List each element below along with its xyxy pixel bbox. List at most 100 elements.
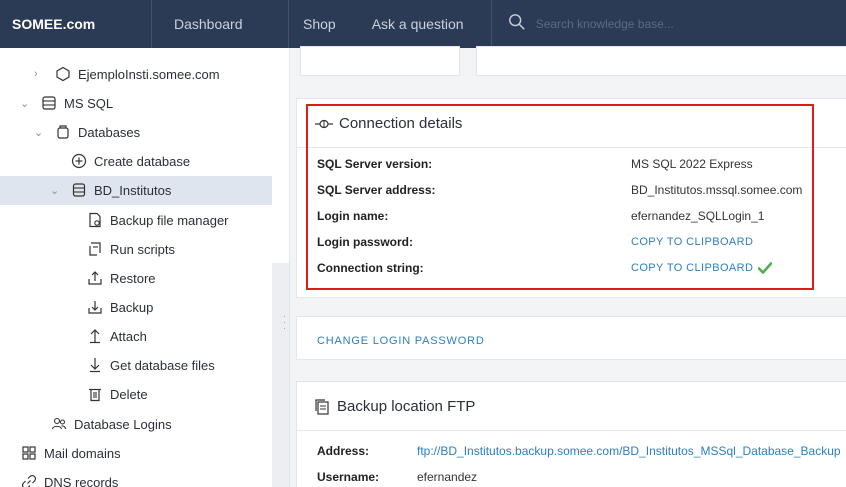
- row-login-name: Login name:: [317, 209, 388, 223]
- users-icon: [50, 415, 68, 433]
- checkmark-icon: [758, 262, 773, 274]
- tree-label: Run scripts: [110, 241, 176, 257]
- row-label: Login name:: [317, 209, 389, 223]
- brand-logo[interactable]: SOMEE.com: [0, 0, 152, 48]
- row-label: Address:: [317, 444, 370, 458]
- grid-icon: [20, 444, 38, 462]
- tree-label: Attach: [110, 328, 147, 344]
- tree-item-bd-institutos[interactable]: ⌄ BD_Institutos: [50, 176, 171, 204]
- connection-details-header: Connection details: [315, 115, 462, 132]
- nav-ask-question[interactable]: Ask a question: [372, 0, 492, 48]
- database-icon: [70, 181, 88, 199]
- tree-label: MS SQL: [64, 95, 114, 111]
- file-gear-icon: [86, 211, 104, 229]
- tree-item-get-database-files[interactable]: Get database files: [86, 351, 215, 379]
- chevron-down-icon[interactable]: ⌄: [20, 97, 34, 110]
- backup-ftp-title: Backup location FTP: [337, 398, 476, 415]
- search-icon[interactable]: [508, 13, 526, 36]
- resize-grip-icon[interactable]: · · ·: [283, 312, 286, 333]
- tree-item-backup[interactable]: Backup: [86, 293, 153, 321]
- tree-label: Backup file manager: [110, 212, 229, 228]
- main-content: Connection details SQL Server version: M…: [290, 46, 846, 487]
- tree-label: Delete: [110, 386, 148, 402]
- tree-item-database-logins[interactable]: Database Logins: [50, 410, 172, 438]
- row-value: efernandez_SQLLogin_1: [631, 209, 765, 223]
- connection-plug-icon: [315, 118, 333, 130]
- tree-item-backup-file-manager[interactable]: Backup file manager: [86, 206, 229, 234]
- tree-item-restore[interactable]: Restore: [86, 264, 156, 292]
- row-ftp-username-value: efernandez: [417, 470, 477, 484]
- copy-stack-icon: [315, 398, 329, 415]
- change-login-password-link[interactable]: CHANGE LOGIN PASSWORD: [317, 335, 485, 347]
- row-label: SQL Server address:: [317, 183, 436, 197]
- database-server-icon: [40, 94, 58, 112]
- restore-icon: [86, 269, 104, 287]
- chevron-down-icon[interactable]: ⌄: [34, 126, 48, 139]
- tree-label: Backup: [110, 299, 154, 315]
- databases-icon: [54, 123, 72, 141]
- tree-label: Database Logins: [74, 416, 172, 432]
- top-card-right: [476, 46, 846, 76]
- tree-item-attach[interactable]: Attach: [86, 322, 147, 350]
- link-icon: [20, 473, 38, 487]
- row-ftp-address-value: ftp://BD_Institutos.backup.somee.com/BD_…: [417, 444, 846, 458]
- row-label: SQL Server version:: [317, 157, 433, 171]
- row-sql-address-value: BD_Institutos.mssql.somee.com: [631, 183, 802, 197]
- script-icon: [86, 240, 104, 258]
- row-label: Username:: [317, 470, 380, 484]
- tree-item-mssql[interactable]: ⌄ MS SQL: [20, 89, 113, 117]
- tree-item-databases[interactable]: ⌄ Databases: [34, 118, 140, 146]
- tree-label: EjemploInsti.somee.com: [78, 66, 220, 82]
- nav-dashboard[interactable]: Dashboard: [174, 0, 289, 48]
- row-ftp-address: Address:: [317, 444, 369, 458]
- chevron-right-icon[interactable]: ›: [34, 68, 48, 80]
- tree-label: BD_Institutos: [94, 182, 172, 198]
- tree-item-create-database[interactable]: Create database: [70, 147, 190, 175]
- tree-label: Mail domains: [44, 445, 121, 461]
- tree-label: Create database: [94, 153, 191, 169]
- row-value: BD_Institutos.mssql.somee.com: [631, 183, 803, 197]
- tree-item-dns-records[interactable]: DNS records: [20, 468, 118, 487]
- tree-label: DNS records: [44, 474, 119, 487]
- tree-item-website[interactable]: › EjemploInsti.somee.com: [34, 60, 220, 88]
- backup-ftp-header: Backup location FTP: [315, 398, 475, 415]
- globe-outline-icon: [54, 65, 72, 83]
- row-connection-string: Connection string:: [317, 261, 424, 275]
- search-box: [508, 13, 736, 36]
- search-input[interactable]: [535, 17, 736, 31]
- row-login-password: Login password:: [317, 235, 413, 249]
- connection-details-title: Connection details: [339, 115, 463, 132]
- tree-item-run-scripts[interactable]: Run scripts: [86, 235, 175, 263]
- trash-icon: [86, 385, 104, 403]
- top-card-left: [300, 46, 460, 76]
- backup-ftp-card: Backup location FTP Address: ftp://BD_In…: [296, 381, 846, 487]
- connection-details-card: Connection details SQL Server version: M…: [296, 98, 846, 298]
- divider: [297, 147, 846, 148]
- row-sql-version: SQL Server version:: [317, 157, 432, 171]
- tree-item-delete[interactable]: Delete: [86, 380, 148, 408]
- row-value: MS SQL 2022 Express: [631, 157, 753, 171]
- row-login-password-value: COPY TO CLIPBOARD: [631, 236, 753, 248]
- row-connection-string-value: COPY TO CLIPBOARD: [631, 262, 773, 274]
- tree-item-mail-domains[interactable]: Mail domains: [20, 439, 121, 467]
- sidebar-tree: › EjemploInsti.somee.com ⌄ MS SQL ⌄ Data…: [0, 48, 290, 487]
- row-sql-version-value: MS SQL 2022 Express: [631, 157, 753, 171]
- row-ftp-username: Username:: [317, 470, 379, 484]
- row-sql-address: SQL Server address:: [317, 183, 436, 197]
- chevron-down-icon[interactable]: ⌄: [50, 184, 64, 197]
- plus-circle-icon: [70, 152, 88, 170]
- arrow-up-icon: [86, 327, 104, 345]
- tree-label: Get database files: [110, 357, 215, 373]
- backup-icon: [86, 298, 104, 316]
- ftp-address-link[interactable]: ftp://BD_Institutos.backup.somee.com/BD_…: [417, 444, 841, 458]
- tree-label: Databases: [78, 124, 141, 140]
- row-label: Login password:: [317, 235, 413, 249]
- copy-password-link[interactable]: COPY TO CLIPBOARD: [631, 236, 753, 248]
- copy-connection-string-link[interactable]: COPY TO CLIPBOARD: [631, 262, 753, 274]
- sidebar-scrollbar[interactable]: [272, 263, 289, 487]
- row-value: efernandez: [417, 470, 478, 484]
- nav-shop[interactable]: Shop: [303, 0, 336, 48]
- row-label: Connection string:: [317, 261, 424, 275]
- row-login-name-value: efernandez_SQLLogin_1: [631, 209, 764, 223]
- change-password-card: CHANGE LOGIN PASSWORD: [296, 316, 846, 360]
